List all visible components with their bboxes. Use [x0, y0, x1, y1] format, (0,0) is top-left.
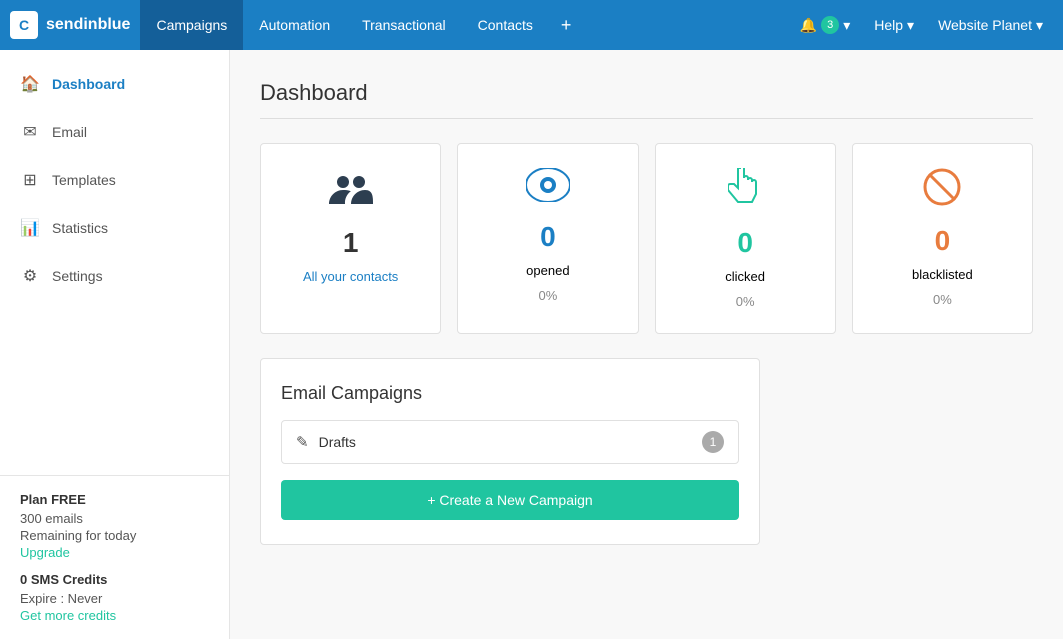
- blacklisted-icon: [923, 168, 961, 215]
- blacklisted-pct: 0%: [933, 292, 952, 307]
- sms-title: 0 SMS Credits: [20, 572, 209, 587]
- sidebar-label-email: Email: [52, 124, 87, 140]
- statistics-icon: 📊: [20, 218, 40, 238]
- nav-automation[interactable]: Automation: [243, 0, 346, 50]
- app-layout: 🏠 Dashboard ✉ Email ⊞ Templates 📊 Statis…: [0, 50, 1063, 639]
- sidebar: 🏠 Dashboard ✉ Email ⊞ Templates 📊 Statis…: [0, 50, 230, 639]
- help-chevron: ▾: [907, 17, 914, 34]
- nav-plus-button[interactable]: +: [549, 0, 584, 50]
- upgrade-link[interactable]: Upgrade: [20, 545, 209, 560]
- drafts-icon: ✎: [296, 433, 309, 451]
- help-button[interactable]: Help ▾: [864, 0, 924, 50]
- nav-items: Campaigns Automation Transactional Conta…: [140, 0, 789, 50]
- drafts-count-badge: 1: [702, 431, 724, 453]
- notification-button[interactable]: 🔔 3 ▾: [790, 0, 860, 50]
- get-credits-link[interactable]: Get more credits: [20, 608, 209, 623]
- logo-icon: C: [10, 11, 38, 39]
- account-label: Website Planet: [938, 17, 1032, 33]
- clicked-number: 0: [737, 227, 753, 259]
- settings-icon: ⚙: [20, 266, 40, 286]
- drafts-label: Drafts: [319, 434, 702, 450]
- stat-card-contacts: 1 All your contacts: [260, 143, 441, 334]
- clicked-pct: 0%: [736, 294, 755, 309]
- drafts-row[interactable]: ✎ Drafts 1: [281, 420, 739, 464]
- opened-label: opened: [526, 263, 569, 278]
- plan-emails: 300 emails: [20, 511, 209, 526]
- campaigns-section-title: Email Campaigns: [281, 383, 739, 404]
- clicked-label: clicked: [725, 269, 765, 284]
- sidebar-item-dashboard[interactable]: 🏠 Dashboard: [0, 60, 229, 108]
- main-content: Dashboard 1 All your contacts: [230, 50, 1063, 639]
- sidebar-footer: Plan FREE 300 emails Remaining for today…: [0, 475, 229, 639]
- opened-number: 0: [540, 221, 556, 253]
- blacklisted-label: blacklisted: [912, 267, 973, 282]
- sidebar-label-statistics: Statistics: [52, 220, 108, 236]
- nav-transactional[interactable]: Transactional: [346, 0, 462, 50]
- email-icon: ✉: [20, 122, 40, 142]
- nav-campaigns[interactable]: Campaigns: [140, 0, 243, 50]
- stats-row: 1 All your contacts 0 opened 0%: [260, 143, 1033, 334]
- top-navigation: C sendinblue Campaigns Automation Transa…: [0, 0, 1063, 50]
- brand-name: sendinblue: [46, 16, 130, 34]
- sidebar-label-settings: Settings: [52, 268, 103, 284]
- account-chevron: ▾: [1036, 17, 1043, 34]
- contacts-number: 1: [343, 227, 359, 259]
- brand-logo[interactable]: C sendinblue: [10, 11, 130, 39]
- sidebar-label-dashboard: Dashboard: [52, 76, 125, 92]
- page-title: Dashboard: [260, 80, 1033, 106]
- sidebar-item-settings[interactable]: ⚙ Settings: [0, 252, 229, 300]
- email-campaigns-section: Email Campaigns ✎ Drafts 1 + Create a Ne…: [260, 358, 760, 545]
- sidebar-item-email[interactable]: ✉ Email: [0, 108, 229, 156]
- stat-card-blacklisted: 0 blacklisted 0%: [852, 143, 1033, 334]
- dashboard-icon: 🏠: [20, 74, 40, 94]
- nav-right: 🔔 3 ▾ Help ▾ Website Planet ▾: [790, 0, 1053, 50]
- sidebar-label-templates: Templates: [52, 172, 116, 188]
- account-button[interactable]: Website Planet ▾: [928, 0, 1053, 50]
- sms-expire: Expire : Never: [20, 591, 209, 606]
- stat-card-clicked: 0 clicked 0%: [655, 143, 836, 334]
- stat-card-opened: 0 opened 0%: [457, 143, 638, 334]
- title-divider: [260, 118, 1033, 119]
- nav-contacts[interactable]: Contacts: [462, 0, 549, 50]
- help-label: Help: [874, 17, 903, 33]
- notification-badge: 3: [821, 16, 839, 34]
- opened-pct: 0%: [538, 288, 557, 303]
- create-campaign-button[interactable]: + Create a New Campaign: [281, 480, 739, 520]
- templates-icon: ⊞: [20, 170, 40, 190]
- sidebar-item-templates[interactable]: ⊞ Templates: [0, 156, 229, 204]
- sms-section: 0 SMS Credits Expire : Never Get more cr…: [20, 572, 209, 623]
- plan-name: Plan FREE: [20, 492, 209, 507]
- bell-icon: 🔔: [800, 17, 817, 34]
- blacklisted-number: 0: [935, 225, 951, 257]
- sidebar-item-statistics[interactable]: 📊 Statistics: [0, 204, 229, 252]
- opened-icon: [526, 168, 570, 211]
- plan-remaining: Remaining for today: [20, 528, 209, 543]
- notification-chevron: ▾: [843, 17, 850, 34]
- contacts-icon: [329, 168, 373, 217]
- clicked-icon: [728, 168, 762, 217]
- contacts-label[interactable]: All your contacts: [303, 269, 398, 284]
